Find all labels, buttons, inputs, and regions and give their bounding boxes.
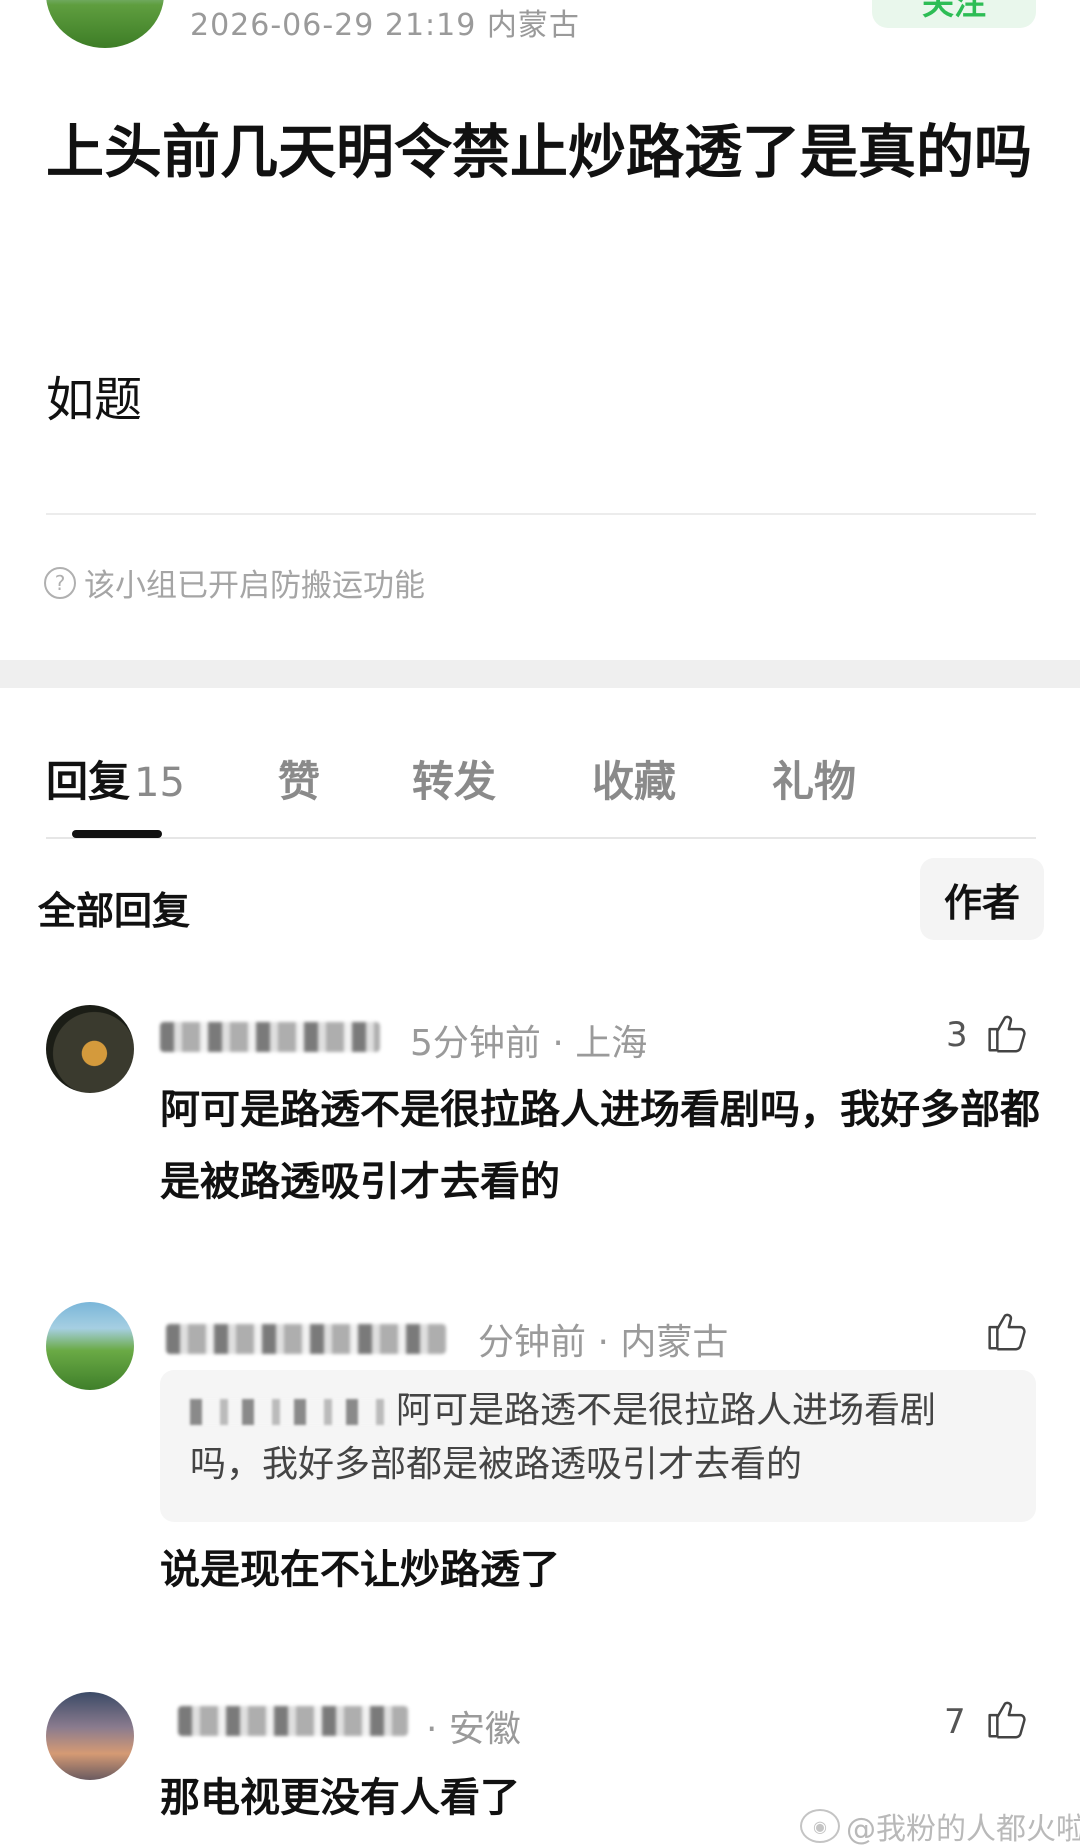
quoted-reply[interactable]: 阿可是路透不是很拉路人进场看剧吗，我好多部都是被路透吸引才去看的 bbox=[160, 1370, 1036, 1522]
comment-like-count: 3 bbox=[946, 1015, 968, 1055]
author-only-filter-button[interactable]: 作者 bbox=[920, 858, 1044, 940]
comment-meta: 分钟前 · 内蒙古 bbox=[478, 1322, 729, 1363]
tab-favorites[interactable]: 收藏 bbox=[592, 748, 676, 809]
tab-gifts[interactable]: 礼物 bbox=[772, 748, 856, 809]
anti-repost-notice: ? 该小组已开启防搬运功能 bbox=[44, 560, 425, 605]
comment-like-count: 7 bbox=[944, 1702, 966, 1742]
tab-replies-count: 15 bbox=[134, 760, 185, 806]
post-body: 如题 bbox=[46, 372, 143, 428]
quoted-username-blurred bbox=[190, 1399, 390, 1425]
active-tab-indicator bbox=[72, 830, 162, 838]
section-separator bbox=[0, 660, 1080, 688]
comment-username-blurred[interactable] bbox=[166, 1324, 446, 1354]
tab-replies[interactable]: 回复 15 bbox=[46, 748, 185, 809]
comment-text: 阿可是路透不是很拉路人进场看剧吗，我好多部都是被路透吸引才去看的 bbox=[160, 1087, 1040, 1205]
tab-reposts[interactable]: 转发 bbox=[412, 748, 496, 809]
tab-likes[interactable]: 赞 bbox=[278, 748, 320, 809]
weibo-watermark: ◉ @我粉的人都火啦 bbox=[800, 1804, 1080, 1848]
post-meta: 2026-06-29 21:19 内蒙古 bbox=[190, 8, 580, 43]
watermark-text: @我粉的人都火啦 bbox=[846, 1812, 1080, 1847]
thumbs-up-icon[interactable] bbox=[982, 1308, 1028, 1354]
comment-username-blurred[interactable] bbox=[178, 1706, 408, 1736]
comment-avatar[interactable] bbox=[46, 1692, 134, 1780]
comment-username-blurred[interactable] bbox=[160, 1022, 380, 1052]
tab-divider bbox=[46, 837, 1036, 839]
divider bbox=[46, 513, 1036, 515]
question-circle-icon: ? bbox=[44, 566, 76, 599]
weibo-logo-icon: ◉ bbox=[800, 1809, 840, 1843]
thumbs-up-icon[interactable] bbox=[982, 1696, 1028, 1742]
anti-repost-notice-text: 该小组已开启防搬运功能 bbox=[84, 568, 425, 604]
comment-meta: · 安徽 bbox=[426, 1709, 521, 1750]
comment-text: 说是现在不让炒路透了 bbox=[160, 1547, 560, 1593]
comment-avatar[interactable] bbox=[46, 1302, 134, 1390]
tab-replies-label: 回复 bbox=[46, 757, 131, 806]
follow-button[interactable]: 关注 bbox=[872, 0, 1036, 28]
all-replies-label: 全部回复 bbox=[38, 889, 191, 933]
post-title: 上头前几天明令禁止炒路透了是真的吗 bbox=[46, 118, 1033, 186]
post-author-avatar[interactable] bbox=[46, 0, 164, 48]
comment-meta: 5分钟前 · 上海 bbox=[410, 1023, 648, 1064]
comment-avatar[interactable] bbox=[46, 1005, 134, 1093]
thumbs-up-icon[interactable] bbox=[982, 1010, 1028, 1056]
